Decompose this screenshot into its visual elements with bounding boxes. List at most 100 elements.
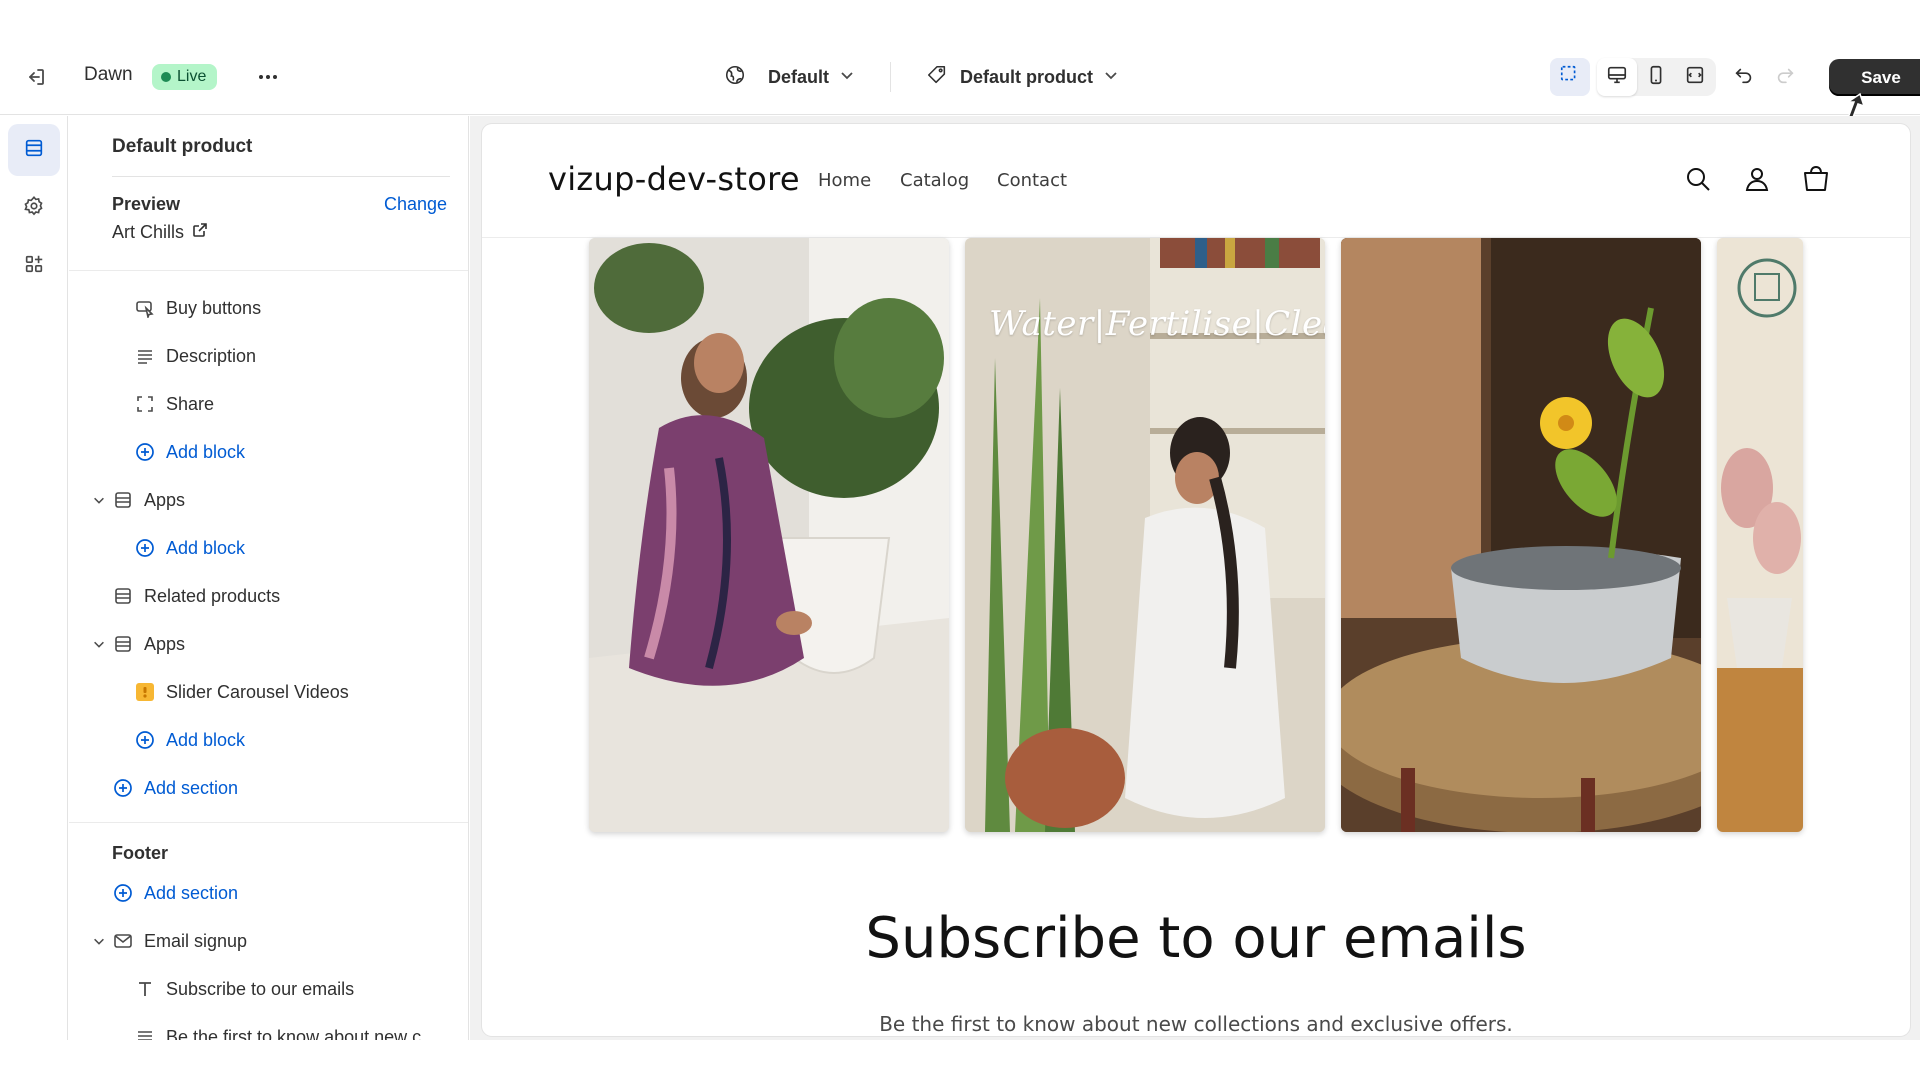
carousel-video-card[interactable]: [589, 238, 949, 832]
preview-product-link[interactable]: Art Chills: [112, 222, 208, 243]
section-email-signup[interactable]: Email signup: [112, 921, 247, 961]
nav-link-catalog[interactable]: Catalog: [900, 170, 969, 191]
nav-link-contact[interactable]: Contact: [997, 170, 1067, 191]
plant-bowl-on-table-image: [1341, 238, 1701, 832]
block-label: Buy buttons: [166, 297, 262, 318]
block-heading[interactable]: Subscribe to our emails: [134, 969, 354, 1009]
search-icon[interactable]: [1681, 162, 1715, 196]
block-share[interactable]: Share: [134, 384, 214, 424]
section-label: Apps: [144, 633, 186, 654]
change-preview-link[interactable]: Change: [384, 194, 447, 215]
fullscreen-view-button[interactable]: [1675, 58, 1715, 96]
template-select-label: Default: [768, 66, 830, 87]
text-lines-icon: [134, 1026, 156, 1040]
nav-link-home[interactable]: Home: [818, 170, 871, 191]
section-icon: [112, 489, 134, 511]
section-label: Email signup: [144, 930, 248, 951]
chevron-down-icon: [1103, 67, 1119, 88]
chevron-down-icon[interactable]: [91, 492, 107, 508]
redo-button[interactable]: [1765, 58, 1805, 96]
carousel-video-card[interactable]: Water|Fertilise|Clean: [965, 238, 1325, 832]
chevron-down-icon[interactable]: [91, 636, 107, 652]
template-select[interactable]: Default: [724, 60, 855, 94]
gear-icon: [23, 195, 45, 222]
fullscreen-icon: [1684, 64, 1706, 91]
block-buy-buttons[interactable]: Buy buttons: [134, 288, 261, 328]
section-tree-sidebar: Default product Preview Change Art Chill…: [69, 116, 469, 1040]
add-block-button[interactable]: Add block: [134, 720, 245, 760]
globe-icon: [724, 64, 746, 91]
desktop-view-button[interactable]: [1597, 58, 1637, 96]
mobile-view-button[interactable]: [1636, 58, 1676, 96]
app-block-icon: [134, 681, 156, 703]
section-apps[interactable]: Apps: [112, 480, 185, 520]
add-block-label: Add block: [166, 537, 246, 558]
add-block-button[interactable]: Add block: [134, 432, 245, 472]
mobile-icon: [1645, 64, 1667, 91]
store-header: vizup-dev-store Home Catalog Contact: [482, 124, 1910, 238]
block-label: Description: [166, 345, 257, 366]
chevron-down-icon[interactable]: [91, 933, 107, 949]
external-link-icon: [192, 222, 208, 243]
select-pointer-icon: [1559, 64, 1581, 91]
editor-top-bar: Dawn Live Default Default product Save: [0, 0, 1920, 115]
block-paragraph[interactable]: Be the first to know about new c: [134, 1017, 421, 1040]
newsletter-subtext: Be the first to know about new collectio…: [879, 1012, 1513, 1036]
undo-button[interactable]: [1724, 58, 1764, 96]
footer-group-label: Footer: [112, 843, 168, 863]
undo-icon: [1733, 64, 1755, 91]
add-section-label: Add section: [144, 777, 239, 798]
buy-buttons-icon: [134, 297, 156, 319]
topbar-divider: [890, 62, 891, 92]
preview-product-name: Art Chills: [112, 222, 185, 242]
text-lines-icon: [134, 345, 156, 367]
section-label: Related products: [144, 585, 281, 606]
preview-label: Preview: [112, 194, 181, 214]
live-dot-icon: [161, 72, 171, 82]
more-actions-icon[interactable]: [254, 63, 282, 91]
app-embeds-nav-button[interactable]: [8, 240, 60, 292]
section-icon: [112, 633, 134, 655]
storefront-preview[interactable]: vizup-dev-store Home Catalog Contact Wat…: [482, 124, 1910, 1036]
divider: [69, 822, 468, 823]
carousel-video-card[interactable]: [1717, 238, 1803, 832]
add-section-button[interactable]: Add section: [112, 873, 238, 913]
mail-icon: [112, 930, 134, 952]
block-label: Subscribe to our emails: [166, 978, 355, 999]
woman-with-plant-image: [589, 238, 949, 832]
live-badge: Live: [152, 64, 218, 90]
page-select[interactable]: Default product: [926, 60, 1119, 94]
block-slider-carousel-videos[interactable]: Slider Carousel Videos: [134, 672, 349, 712]
editor-nav-rail: [0, 116, 68, 1040]
plus-circle-icon: [134, 537, 156, 559]
block-description[interactable]: Description: [134, 336, 256, 376]
section-related-products[interactable]: Related products: [112, 576, 280, 616]
sidebar-title: Default product: [112, 136, 253, 157]
store-logo-text[interactable]: vizup-dev-store: [548, 160, 800, 198]
sections-icon: [23, 137, 45, 164]
account-icon[interactable]: [1740, 162, 1774, 196]
exit-icon[interactable]: [22, 63, 50, 91]
tag-icon: [926, 64, 948, 91]
add-section-button[interactable]: Add section: [112, 768, 238, 808]
redo-icon: [1774, 64, 1796, 91]
add-block-label: Add block: [166, 441, 246, 462]
newsletter-heading: Subscribe to our emails: [865, 906, 1527, 971]
video-overlay-text: Water|Fertilise|Clean: [989, 304, 1325, 344]
page-select-label: Default product: [960, 66, 1093, 87]
theme-name: Dawn: [84, 64, 133, 85]
add-block-label: Add block: [166, 729, 246, 750]
inspector-toggle-button[interactable]: [1550, 58, 1590, 96]
sections-nav-button[interactable]: [8, 124, 60, 176]
block-label: Slider Carousel Videos: [166, 681, 349, 702]
theme-settings-nav-button[interactable]: [8, 182, 60, 234]
desktop-icon: [1606, 64, 1628, 91]
live-badge-label: Live: [177, 68, 207, 85]
section-apps[interactable]: Apps: [112, 624, 185, 664]
cart-icon[interactable]: [1799, 162, 1833, 196]
add-block-button[interactable]: Add block: [134, 528, 245, 568]
carousel-video-card[interactable]: [1341, 238, 1701, 832]
block-label: Share: [166, 393, 215, 414]
plus-circle-icon: [134, 729, 156, 751]
divider: [112, 176, 450, 177]
